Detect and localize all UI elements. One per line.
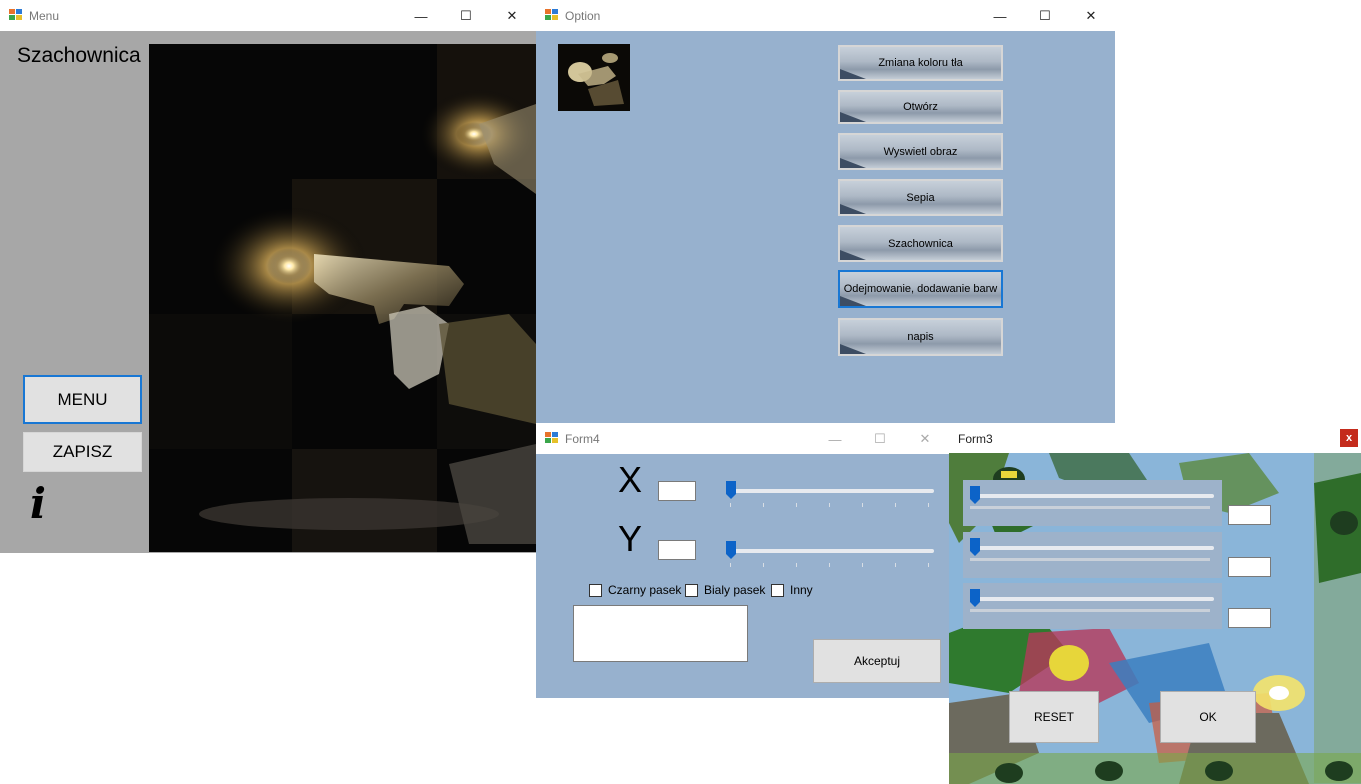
form3-window: Form3 x RESET OK <box>949 423 1361 784</box>
accept-button[interactable]: Akceptuj <box>813 639 941 683</box>
info-icon[interactable]: i <box>30 483 46 525</box>
window-title: Option <box>565 9 601 23</box>
form3-titlebar[interactable]: Form3 x <box>949 423 1361 453</box>
gun-image <box>149 44 536 552</box>
button-label: Zmiana koloru tła <box>878 57 963 69</box>
checkbox-label: Czarny pasek <box>608 583 682 597</box>
x-value-field[interactable] <box>658 481 696 501</box>
y-trackbar[interactable] <box>726 541 934 569</box>
red-trackbar[interactable] <box>970 486 1214 514</box>
menu-window: Menu — ☐ ✕ Szachownica MENU ZAPISZ i <box>0 0 536 553</box>
other-checkbox[interactable]: Inny <box>771 583 813 597</box>
menu-titlebar[interactable]: Menu — ☐ ✕ <box>0 0 536 31</box>
change-bg-color-button[interactable]: Zmiana koloru tła <box>838 45 1003 81</box>
slider-thumb[interactable] <box>970 538 980 556</box>
slider-thumb[interactable] <box>970 589 980 607</box>
app-icon <box>545 432 558 444</box>
form3-client: RESET OK <box>949 453 1361 784</box>
checkbox-label: Bialy pasek <box>704 583 766 597</box>
minimize-icon[interactable]: — <box>813 427 857 451</box>
checkerboard-button[interactable]: Szachownica <box>838 225 1003 262</box>
button-label: Szachownica <box>888 237 953 250</box>
slider-thumb[interactable] <box>970 486 980 504</box>
y-slider-thumb[interactable] <box>726 541 736 559</box>
minimize-icon[interactable]: — <box>978 4 1022 28</box>
ok-button[interactable]: OK <box>1160 691 1256 743</box>
button-label: Sepia <box>906 191 935 204</box>
menu-client: Szachownica MENU ZAPISZ i <box>0 31 536 553</box>
x-label: X <box>618 459 643 500</box>
black-stripe-checkbox[interactable]: Czarny pasek <box>589 583 681 597</box>
window-title: Menu <box>29 9 60 23</box>
green-value-field[interactable] <box>1228 557 1271 577</box>
app-icon <box>9 9 22 21</box>
menu-button[interactable]: MENU <box>23 375 142 424</box>
maximize-icon[interactable]: ☐ <box>444 4 488 28</box>
minimize-icon[interactable]: — <box>399 4 443 28</box>
button-label: Wyswietl obraz <box>883 145 958 158</box>
close-icon[interactable]: ✕ <box>490 4 534 28</box>
page-title: Szachownica <box>17 44 141 67</box>
close-icon[interactable]: ✕ <box>903 427 947 451</box>
x-trackbar[interactable] <box>726 481 934 509</box>
checkbox-box[interactable] <box>771 583 784 597</box>
button-label: Otwórz <box>903 101 938 113</box>
button-label: Odejmowanie, dodawanie barw <box>843 283 998 295</box>
preview-textbox[interactable] <box>573 605 748 662</box>
close-icon[interactable]: x <box>1340 429 1358 447</box>
subtract-add-colors-button[interactable]: Odejmowanie, dodawanie barw <box>838 270 1003 308</box>
checkbox-label: Inny <box>790 583 813 597</box>
app-icon <box>545 9 558 21</box>
checkbox-box[interactable] <box>589 583 602 597</box>
form4-window: Form4 — ☐ ✕ X Y Czarny pasek Bialy pasek… <box>536 423 950 698</box>
blue-value-field[interactable] <box>1228 608 1271 628</box>
form4-client: X Y Czarny pasek Bialy pasek Inny Akcept… <box>536 454 950 698</box>
white-stripe-checkbox[interactable]: Bialy pasek <box>685 583 765 597</box>
option-window: Option — ☐ ✕ Zmiana koloru tła Otwórz Wy… <box>536 0 1115 424</box>
show-image-button[interactable]: Wyswietl obraz <box>838 133 1003 170</box>
maximize-icon[interactable]: ☐ <box>858 427 902 451</box>
text-button[interactable]: napis <box>838 318 1003 356</box>
y-value-field[interactable] <box>658 540 696 560</box>
window-title: Form4 <box>565 432 600 446</box>
save-button[interactable]: ZAPISZ <box>23 432 142 472</box>
sepia-button[interactable]: Sepia <box>838 179 1003 216</box>
button-label: napis <box>907 331 934 343</box>
checkbox-box[interactable] <box>685 583 698 597</box>
maximize-icon[interactable]: ☐ <box>1023 4 1067 28</box>
form4-titlebar[interactable]: Form4 — ☐ ✕ <box>536 423 950 454</box>
green-trackbar[interactable] <box>970 538 1214 566</box>
option-titlebar[interactable]: Option — ☐ ✕ <box>536 0 1115 31</box>
window-title: Form3 <box>958 432 993 446</box>
option-client: Zmiana koloru tła Otwórz Wyswietl obraz … <box>536 31 1115 424</box>
x-slider-thumb[interactable] <box>726 481 736 499</box>
blue-trackbar[interactable] <box>970 589 1214 617</box>
reset-button[interactable]: RESET <box>1009 691 1099 743</box>
red-value-field[interactable] <box>1228 505 1271 525</box>
thumbnail-image <box>558 44 630 111</box>
open-button[interactable]: Otwórz <box>838 90 1003 124</box>
y-label: Y <box>618 518 643 559</box>
close-icon[interactable]: ✕ <box>1069 4 1113 28</box>
